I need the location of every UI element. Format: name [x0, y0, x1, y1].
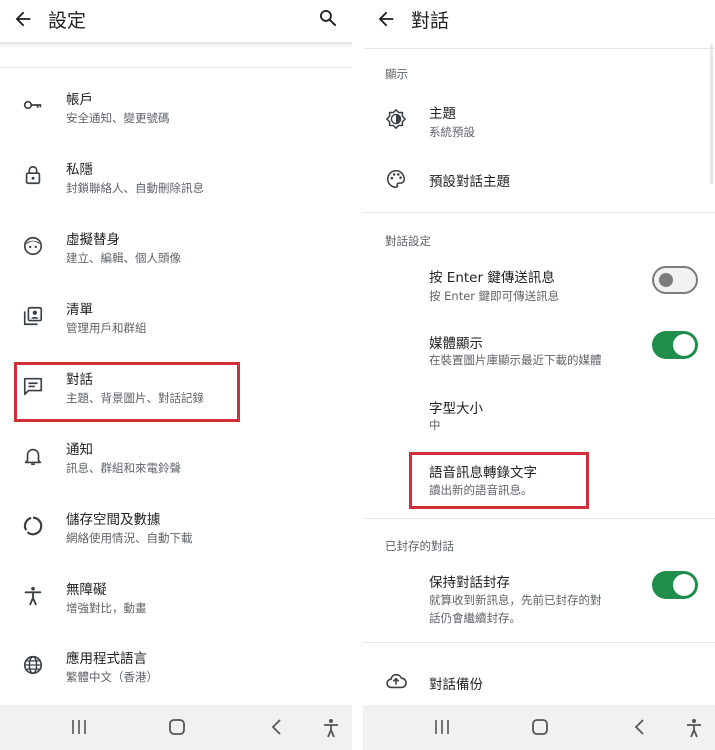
setting-font-size[interactable]: 字型大小 中: [363, 394, 715, 438]
setting-theme[interactable]: 主題 系統預設: [363, 96, 715, 148]
bell-icon: [24, 448, 42, 466]
item-title: 對話備份: [429, 677, 483, 693]
contacts-list-icon: [23, 306, 43, 326]
section-header-archived: 已封存的對話: [385, 539, 454, 553]
back-arrow-icon[interactable]: [375, 8, 397, 30]
avatar-icon: [23, 236, 43, 256]
setting-enter-is-send[interactable]: 按 Enter 鍵傳送訊息 按 Enter 鍵即可傳送訊息: [363, 262, 715, 312]
section-header-display: 顯示: [385, 67, 408, 81]
settings-item-account[interactable]: 帳戶 安全通知、變更號碼: [0, 80, 352, 140]
divider: [363, 518, 715, 519]
settings-item-lists[interactable]: 清單 管理用戶和群組: [0, 290, 352, 350]
item-subtitle: 封鎖聯絡人、自動刪除訊息: [66, 181, 204, 195]
theme-brightness-icon: [386, 109, 406, 129]
palette-icon: [387, 169, 406, 189]
item-subtitle-line1: 就算收到新訊息，先前已封存的對: [429, 593, 602, 607]
item-title: 私隱: [66, 162, 93, 178]
item-subtitle: 繁體中文（香港）: [66, 670, 158, 684]
item-subtitle: 訊息、群組和來電鈴聲: [66, 461, 181, 475]
keep-archived-toggle[interactable]: [652, 571, 698, 599]
item-title: 帳戶: [66, 92, 93, 108]
item-subtitle: 安全通知、變更號碼: [66, 111, 170, 125]
settings-item-storage[interactable]: 儲存空間及數據 網絡使用情況、自動下載: [0, 500, 352, 560]
lock-icon: [25, 165, 41, 185]
app-bar: 設定: [0, 0, 352, 42]
item-subtitle: 管理用戶和群組: [66, 321, 147, 335]
item-title: 媒體顯示: [429, 336, 483, 352]
settings-item-avatar[interactable]: 虛擬替身 建立、編輯、個人頭像: [0, 220, 352, 280]
section-header-chat-settings: 對話設定: [385, 234, 431, 248]
settings-screen: 設定 帳戶 安全通知、變更號碼 私隱 封鎖聯絡人、自動刪除訊息 虛擬替身 建立、…: [0, 0, 352, 750]
nav-back-icon[interactable]: [268, 718, 286, 736]
item-title: 無障礙: [66, 582, 107, 598]
toggle-knob: [673, 334, 695, 356]
system-nav-bar: [0, 705, 352, 750]
enter-send-toggle[interactable]: [652, 266, 698, 294]
item-title: 清單: [66, 302, 93, 318]
item-title: 通知: [66, 442, 93, 458]
nav-back-icon[interactable]: [631, 718, 649, 736]
item-subtitle: 建立、編輯、個人頭像: [66, 251, 181, 265]
page-title: 設定: [48, 10, 87, 32]
media-visibility-toggle[interactable]: [652, 331, 698, 359]
accessibility-shortcut-icon[interactable]: [685, 718, 703, 738]
chats-settings-screen: 對話 顯示 主題 系統預設 預設對話主題 對話設定 按 Enter 鍵傳送訊息 …: [363, 0, 715, 750]
search-icon[interactable]: [318, 8, 338, 28]
cloud-upload-icon: [386, 673, 407, 689]
item-subtitle: 按 Enter 鍵即可傳送訊息: [429, 289, 560, 303]
accessibility-shortcut-icon[interactable]: [322, 718, 340, 738]
page-title: 對話: [411, 10, 450, 32]
setting-default-chat-theme[interactable]: 預設對話主題: [363, 160, 715, 200]
system-nav-bar: [363, 705, 715, 750]
setting-chat-backup[interactable]: 對話備份: [363, 664, 715, 700]
item-subtitle: 中: [429, 418, 441, 432]
item-title: 字型大小: [429, 401, 483, 417]
storage-icon: [23, 516, 43, 536]
item-title: 虛擬替身: [66, 232, 120, 248]
home-icon[interactable]: [168, 718, 186, 736]
toggle-knob: [659, 273, 673, 287]
accessibility-icon: [24, 586, 42, 606]
back-arrow-icon[interactable]: [12, 8, 34, 30]
item-title: 儲存空間及數據: [66, 512, 161, 528]
item-subtitle-line2: 話仍會繼續封存。: [429, 611, 521, 625]
key-icon: [23, 100, 42, 110]
divider: [0, 67, 352, 68]
item-title: 按 Enter 鍵傳送訊息: [429, 270, 555, 286]
panel-gap: [352, 0, 363, 750]
divider: [363, 48, 715, 49]
setting-media-visibility[interactable]: 媒體顯示 在裝置圖片庫顯示最近下載的媒體: [363, 328, 715, 378]
toggle-knob: [673, 574, 695, 596]
item-title: 應用程式語言: [66, 651, 147, 667]
home-icon[interactable]: [531, 718, 549, 736]
settings-item-privacy[interactable]: 私隱 封鎖聯絡人、自動刪除訊息: [0, 150, 352, 210]
highlight-box-chats: [14, 362, 240, 422]
divider: [363, 212, 715, 213]
setting-keep-chats-archived[interactable]: 保持對話封存 就算收到新訊息，先前已封存的對 話仍會繼續封存。: [363, 566, 715, 630]
settings-item-accessibility[interactable]: 無障礙 增強對比，動畫: [0, 570, 352, 630]
item-title: 主題: [429, 106, 456, 122]
app-bar-shadow: [0, 42, 352, 48]
divider: [363, 642, 715, 643]
item-subtitle: 在裝置圖片庫顯示最近下載的媒體: [429, 353, 602, 367]
recent-apps-icon[interactable]: [433, 718, 451, 736]
settings-item-notifications[interactable]: 通知 訊息、群組和來電鈴聲: [0, 430, 352, 490]
recent-apps-icon[interactable]: [70, 718, 88, 736]
item-subtitle: 系統預設: [429, 125, 475, 139]
item-subtitle: 網絡使用情況、自動下載: [66, 531, 193, 545]
item-title: 預設對話主題: [429, 174, 510, 190]
globe-icon: [23, 655, 43, 675]
highlight-box-voice-transcripts: [409, 452, 589, 509]
item-subtitle: 增強對比，動畫: [66, 601, 147, 615]
app-bar: 對話: [363, 0, 715, 42]
settings-item-app-language[interactable]: 應用程式語言 繁體中文（香港）: [0, 640, 352, 700]
item-title: 保持對話封存: [429, 575, 510, 591]
